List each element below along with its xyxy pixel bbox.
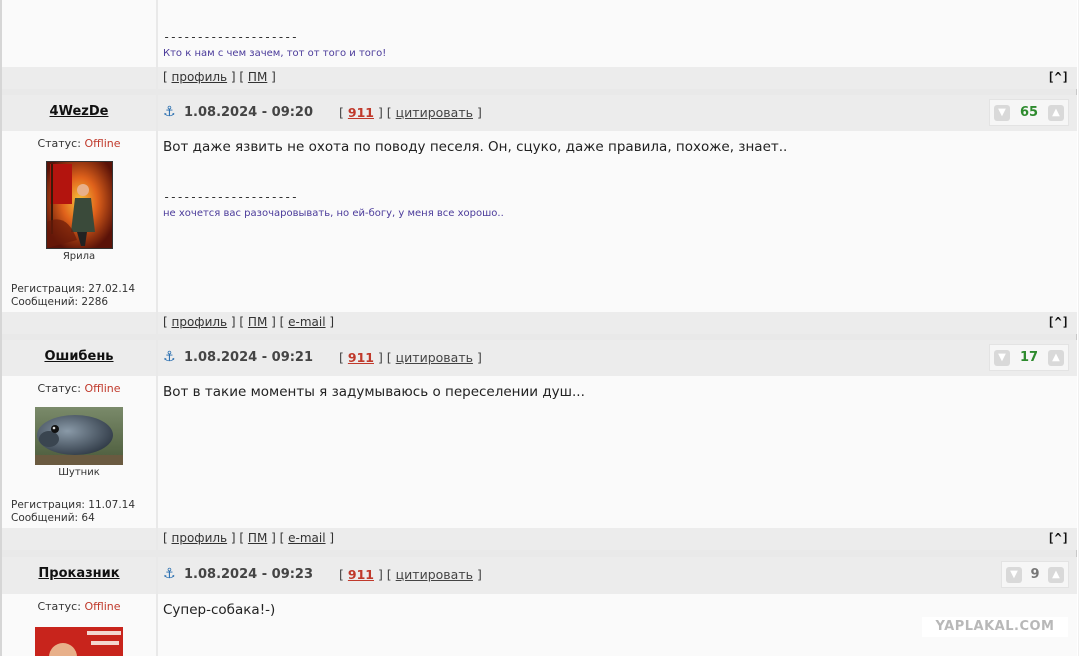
thumbs-down-icon[interactable]: ▼ (1006, 566, 1022, 583)
user-stats: Регистрация: 11.07.14 Сообщений: 64 (2, 499, 156, 525)
post-date: 1.08.2024 - 09:21 (184, 349, 314, 365)
post-text: Супер-собака!-) (163, 602, 276, 618)
rating-box: ▼ 65 ▲ (989, 99, 1069, 126)
user-info: Статус: Offline (2, 131, 156, 312)
post-1-body-row: Статус: Offline Ярила Регистрация: 27.02… (2, 131, 1077, 312)
pm-link[interactable]: ПМ (248, 70, 267, 84)
user-title: Ярила (62, 251, 96, 262)
avatar[interactable] (35, 627, 123, 656)
registration-date: Регистрация: 11.07.14 (11, 499, 136, 511)
post-0-user-column (2, 0, 156, 67)
profile-link[interactable]: профиль (172, 531, 228, 545)
rating-box: ▼ 17 ▲ (989, 344, 1069, 371)
author-name[interactable]: Ошибень (2, 340, 156, 364)
post-0-content: -------------------- Кто к нам с чем зач… (158, 0, 1077, 67)
post-text: Вот даже язвить не охота по поводу песел… (163, 139, 788, 155)
post-links: [ профиль ] [ ПМ ] [ e-mail ] (163, 315, 335, 329)
post-text: Вот в такие моменты я задумываюсь о пере… (163, 384, 585, 400)
post-3-header-row: Проказник ⚓ 1.08.2024 - 09:23 [ 911 ] [ … (2, 557, 1077, 594)
profile-link[interactable]: профиль (172, 70, 228, 84)
post-content: Вот даже язвить не охота по поводу песел… (158, 131, 1077, 312)
thumbs-up-icon[interactable]: ▲ (1047, 566, 1064, 583)
anchor-icon[interactable]: ⚓ (163, 566, 179, 582)
post-1-footer-row: [ профиль ] [ ПМ ] [ e-mail ] [^] (2, 312, 1077, 334)
rating-box: ▼ 9 ▲ (1001, 561, 1069, 588)
anchor-icon[interactable]: ⚓ (163, 349, 179, 365)
post-date: 1.08.2024 - 09:23 (184, 566, 314, 582)
user-info: Статус: Offline (2, 376, 156, 528)
quote-link[interactable]: цитировать (396, 350, 473, 365)
status-offline: Offline (84, 382, 121, 395)
avatar[interactable] (45, 161, 113, 249)
avatar[interactable] (35, 407, 123, 465)
thumbs-down-icon[interactable]: ▼ (994, 349, 1010, 366)
site-watermark: YAPLAKAL.COM (922, 617, 1068, 637)
post-2-header-row: Ошибень ⚓ 1.08.2024 - 09:21 [ 911 ] [ ци… (2, 340, 1077, 376)
post-header: ⚓ 1.08.2024 - 09:21 [ 911 ] [ цитировать… (163, 349, 482, 365)
user-info: Статус: Offline (2, 594, 156, 656)
status-offline: Offline (84, 600, 121, 613)
post-number-link[interactable]: 911 (348, 567, 374, 582)
post-links: [ профиль ] [ ПМ ] [ e-mail ] (163, 531, 335, 545)
user-title: Шутник (58, 467, 100, 478)
scroll-top-button[interactable]: [^] (1047, 315, 1069, 329)
post-date: 1.08.2024 - 09:20 (184, 104, 314, 120)
status-offline: Offline (84, 137, 121, 150)
profile-link[interactable]: профиль (172, 315, 228, 329)
signature-text: не хочется вас разочаровывать, но ей-бог… (163, 208, 504, 219)
scroll-top-button[interactable]: [^] (1047, 70, 1069, 84)
post-3-body-row: Статус: Offline Супер-собака!-) (2, 594, 1077, 656)
user-status: Статус: Offline (37, 600, 121, 613)
post-1-header-row: 4WezDe ⚓ 1.08.2024 - 09:20 [ 911 ] [ цит… (2, 95, 1077, 131)
pm-link[interactable]: ПМ (248, 315, 267, 329)
post-0-footer-row: [ профиль ] [ ПМ ] [^] (2, 67, 1077, 89)
post-0-body-row: -------------------- Кто к нам с чем зач… (2, 0, 1077, 67)
post-2-footer-row: [ профиль ] [ ПМ ] [ e-mail ] [^] (2, 528, 1077, 550)
anchor-icon[interactable]: ⚓ (163, 104, 179, 120)
quote-link[interactable]: цитировать (396, 567, 473, 582)
rating-value: 65 (1019, 105, 1039, 120)
user-status: Статус: Offline (37, 382, 121, 395)
thumbs-up-icon[interactable]: ▲ (1048, 104, 1064, 121)
post-links: [ профиль ] [ ПМ ] (163, 70, 276, 84)
registration-date: Регистрация: 27.02.14 (11, 283, 136, 295)
pm-link[interactable]: ПМ (248, 531, 267, 545)
email-link[interactable]: e-mail (288, 531, 325, 545)
thumbs-up-icon[interactable]: ▲ (1048, 349, 1064, 366)
message-count: Сообщений: 2286 (11, 296, 109, 308)
post-content: Вот в такие моменты я задумываюсь о пере… (158, 376, 1077, 528)
user-status: Статус: Offline (37, 137, 121, 150)
right-edge-strip (1078, 0, 1091, 656)
post-2-body-row: Статус: Offline Шутник Регистрация: 11.0… (2, 376, 1077, 528)
signature-text: Кто к нам с чем зачем, тот от того и тог… (163, 48, 387, 59)
signature-divider: -------------------- (163, 190, 298, 204)
user-stats: Регистрация: 27.02.14 Сообщений: 2286 (2, 283, 156, 309)
rating-value: 9 (1030, 567, 1040, 582)
message-count: Сообщений: 64 (11, 512, 95, 524)
scroll-top-button[interactable]: [^] (1047, 531, 1069, 545)
post-header: ⚓ 1.08.2024 - 09:23 [ 911 ] [ цитировать… (163, 566, 482, 582)
post-header: ⚓ 1.08.2024 - 09:20 [ 911 ] [ цитировать… (163, 104, 482, 120)
author-name[interactable]: 4WezDe (2, 95, 156, 119)
post-number-link[interactable]: 911 (348, 105, 374, 120)
forum-thread: -------------------- Кто к нам с чем зач… (0, 0, 1077, 656)
author-name[interactable]: Проказник (2, 557, 156, 581)
signature-divider: -------------------- (163, 30, 298, 44)
quote-link[interactable]: цитировать (396, 105, 473, 120)
email-link[interactable]: e-mail (288, 315, 325, 329)
post-number-link[interactable]: 911 (348, 350, 374, 365)
thumbs-down-icon[interactable]: ▼ (994, 104, 1010, 121)
rating-value: 17 (1019, 350, 1039, 365)
